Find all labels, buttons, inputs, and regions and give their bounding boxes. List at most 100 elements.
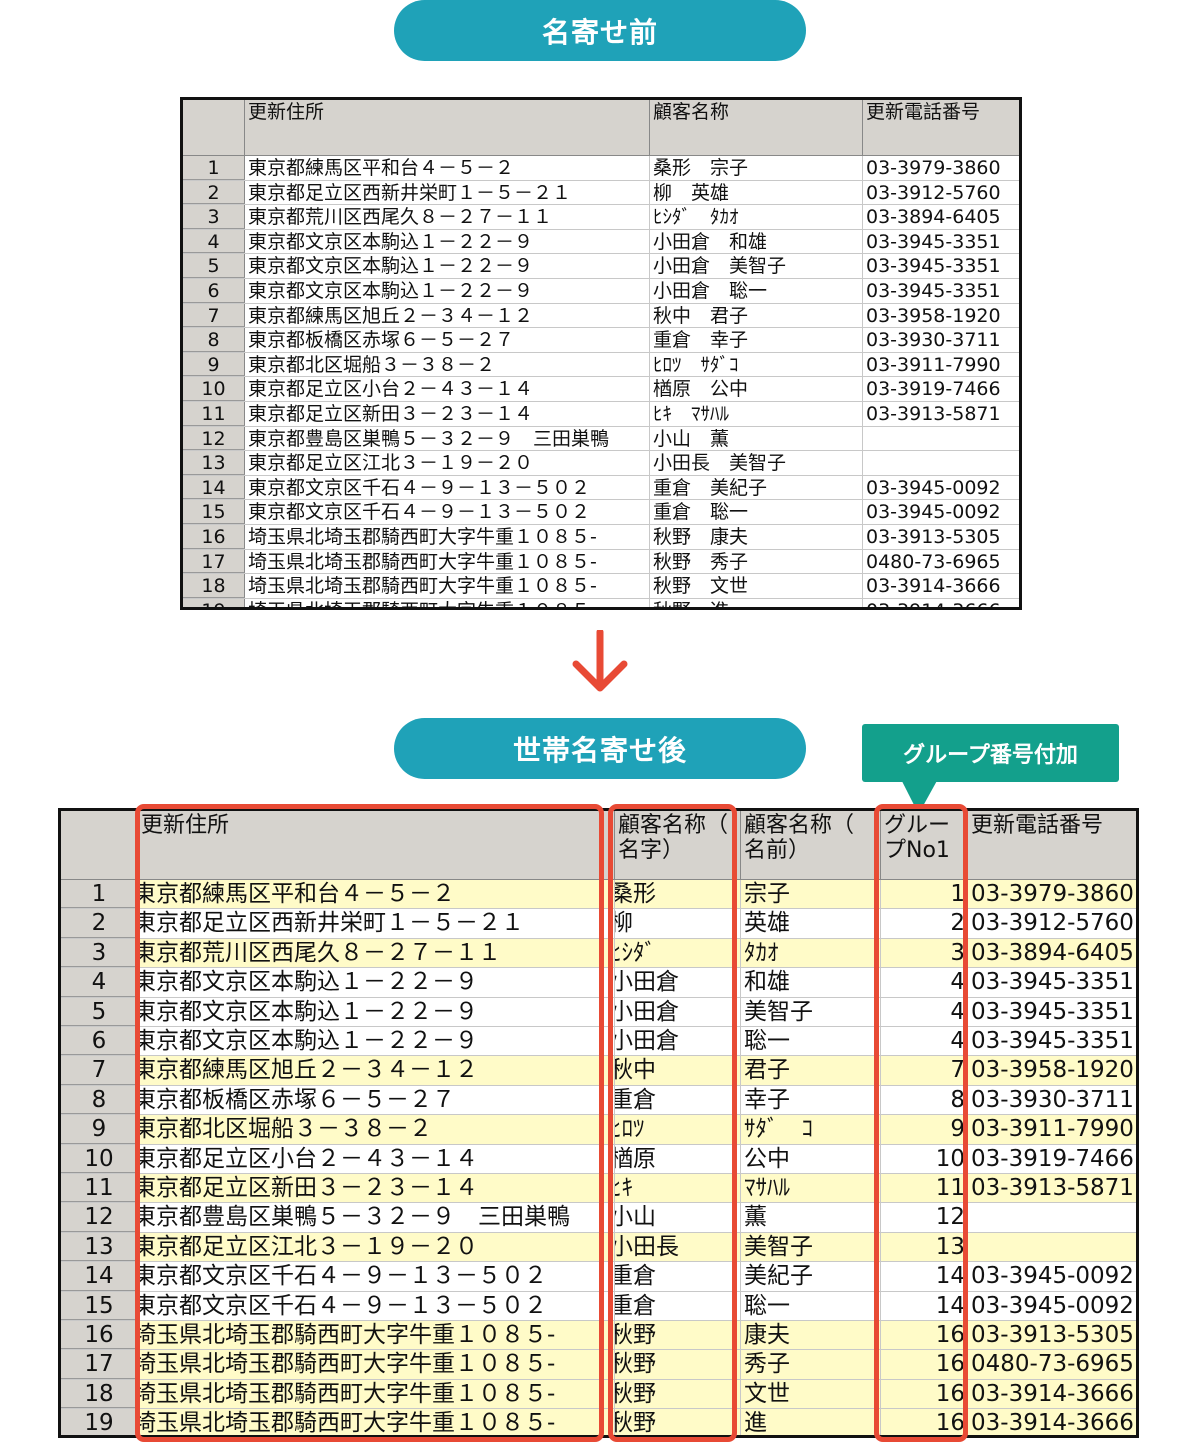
row-number: 12 [61,1203,138,1232]
row-number: 9 [61,1115,138,1144]
address-cell: 東京都足立区江北３－１９－２０ [245,451,650,475]
surname-highlight-box [608,804,737,1442]
before-table-header: 更新住所 顧客名称 更新電話番号 [183,100,1019,156]
row-number: 7 [183,303,245,328]
table-row: 3 東京都荒川区西尾久８－２７－１１ ﾋｼﾀﾞ ﾀｶｵ 03-3894-6405 [183,205,1019,230]
arrow-down-icon [572,630,628,692]
address-cell: 東京都練馬区平和台４－５－２ [245,156,650,180]
row-number: 15 [61,1291,138,1320]
customer-name-cell: 小田倉 美智子 [650,254,863,278]
customer-name-cell: 楢原 公中 [650,377,863,401]
address-highlight-box [135,804,604,1442]
row-number: 2 [183,180,245,205]
row-number: 18 [183,574,245,598]
row-number: 10 [183,377,245,401]
phone-cell: 03-3914-3666 [863,599,1019,607]
customer-name-cell: 秋野 進 [650,598,863,607]
phone-cell: 0480-73-6965 [863,550,1019,574]
row-number: 15 [183,500,245,524]
phone-cell: 03-3911-7990 [863,353,1019,377]
table-row: 17 埼玉県北埼玉郡騎西町大字牛重１０８５- 秋野 秀子 0480-73-6965 [183,549,1019,575]
customer-name-cell: 小田倉 聡一 [650,279,863,303]
header-phone-cell: 更新電話番号 [863,100,1019,155]
phone-cell: 03-3911-7990 [968,1115,1136,1143]
address-cell: 埼玉県北埼玉郡騎西町大字牛重１０８５- [245,574,650,598]
phone-cell: 03-3913-5871 [863,402,1019,426]
row-number: 6 [183,279,245,303]
given-name-cell: 聡一 [741,1027,881,1056]
row-number: 8 [183,328,245,352]
address-cell: 東京都文京区千石４－９－１３－５０２ [245,500,650,524]
phone-cell: 03-3945-0092 [968,1292,1136,1320]
before-label: 名寄せ前 [394,0,806,61]
address-cell: 埼玉県北埼玉郡騎西町大字牛重１０８５- [245,598,650,607]
phone-cell: 03-3912-5760 [968,909,1136,937]
row-number: 6 [61,1027,138,1056]
given-name-cell: 幸子 [741,1085,881,1115]
given-name-cell: 康夫 [741,1321,881,1350]
phone-cell: 03-3894-6405 [968,939,1136,967]
table-row: 15 東京都文京区千石４－９－１３－５０２ 重倉 聡一 03-3945-0092 [183,500,1019,525]
header-row-number [61,811,138,879]
header-customer-name-cell: 顧客名称 [650,100,863,155]
row-number: 19 [61,1409,138,1435]
phone-cell: 03-3914-3666 [863,574,1019,598]
row-number: 5 [183,254,245,278]
row-number: 17 [61,1350,138,1379]
row-number: 16 [61,1321,138,1350]
table-row: 14 東京都文京区千石４－９－１３－５０２ 重倉 美紀子 03-3945-0092 [183,475,1019,501]
customer-name-cell: 小田長 美智子 [650,451,863,475]
phone-cell [863,451,1019,475]
phone-cell: 03-3914-3666 [968,1380,1136,1408]
phone-cell: 03-3913-5305 [863,525,1019,549]
phone-cell: 03-3945-0092 [968,1262,1136,1290]
address-cell: 埼玉県北埼玉郡騎西町大字牛重１０８５- [245,549,650,574]
row-number: 7 [61,1056,138,1085]
phone-cell [968,1203,1136,1231]
group-number-highlight-box [874,804,968,1442]
group-number-callout: グループ番号付加 [862,724,1119,782]
given-name-cell: ﾀｶｵ [741,938,881,968]
table-row: 6 東京都文京区本駒込１－２２－９ 小田倉 聡一 03-3945-3351 [183,279,1019,304]
phone-cell: 03-3894-6405 [863,205,1019,229]
row-number: 1 [183,156,245,180]
address-cell: 東京都文京区千石４－９－１３－５０２ [245,475,650,500]
table-row: 7 東京都練馬区旭丘２－３４－１２ 秋中 君子 03-3958-1920 [183,303,1019,329]
table-row: 2 東京都足立区西新井栄町１－５－２１ 柳 英雄 03-3912-5760 [183,180,1019,206]
row-number: 5 [61,997,138,1026]
given-name-cell: 美智子 [741,1232,881,1262]
phone-cell: 03-3945-0092 [863,500,1019,524]
phone-cell: 03-3945-3351 [968,968,1136,996]
customer-name-cell: 秋中 君子 [650,303,863,328]
customer-name-cell: ﾋｷ ﾏｻﾊﾙ [650,402,863,426]
phone-cell: 03-3945-3351 [863,230,1019,254]
phone-cell: 03-3945-3351 [968,1027,1136,1055]
table-row: 11 東京都足立区新田３－２３－１４ ﾋｷ ﾏｻﾊﾙ 03-3913-5871 [183,402,1019,427]
phone-cell: 03-3930-3711 [968,1086,1136,1114]
customer-name-cell: 秋野 文世 [650,574,863,598]
customer-name-cell: 秋野 秀子 [650,549,863,574]
after-label: 世帯名寄せ後 [394,718,806,779]
row-number: 13 [61,1232,138,1262]
given-name-cell: 進 [741,1409,881,1435]
row-number: 11 [61,1174,138,1203]
given-name-cell: ﾏｻﾊﾙ [741,1174,881,1203]
phone-cell: 03-3945-3351 [968,998,1136,1026]
phone-cell: 03-3912-5760 [863,181,1019,205]
phone-cell: 03-3913-5305 [968,1321,1136,1349]
phone-cell: 03-3979-3860 [968,880,1136,908]
address-cell: 東京都文京区本駒込１－２２－９ [245,254,650,278]
given-name-cell: 文世 [741,1379,881,1409]
given-name-cell: 公中 [741,1144,881,1173]
table-row: 8 東京都板橋区赤塚６－５－２７ 重倉 幸子 03-3930-3711 [183,328,1019,353]
phone-cell: 03-3913-5871 [968,1174,1136,1202]
given-name-cell: 美智子 [741,997,881,1026]
row-number: 17 [183,549,245,574]
customer-name-cell: 小田倉 和雄 [650,229,863,254]
row-number: 14 [61,1262,138,1291]
row-number: 18 [61,1379,138,1409]
row-number: 8 [61,1085,138,1115]
phone-cell: 03-3958-1920 [863,304,1019,328]
row-number: 14 [183,475,245,500]
given-name-cell: 聡一 [741,1291,881,1320]
